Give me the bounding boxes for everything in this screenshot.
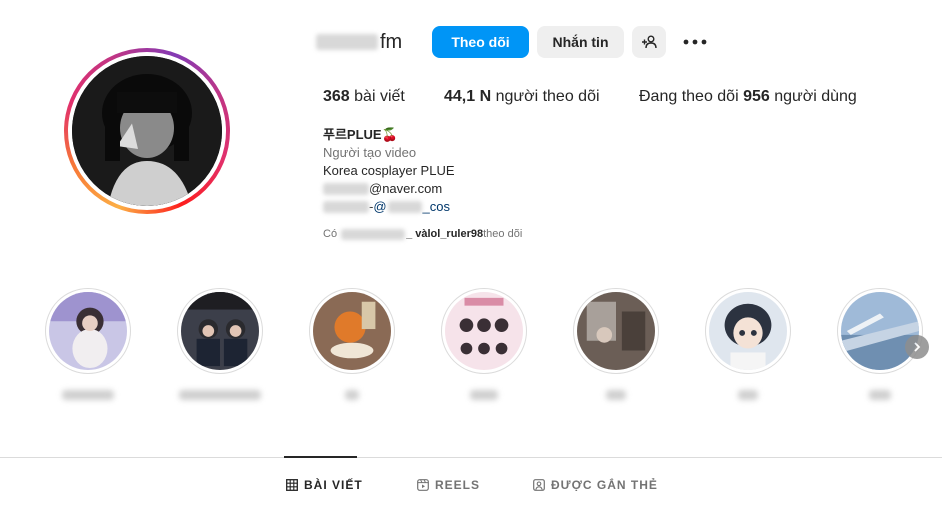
- highlight-image: [445, 292, 523, 370]
- following-prefix: Đang theo dõi: [639, 88, 744, 105]
- highlight-item[interactable]: [45, 288, 131, 400]
- suggested-users-button[interactable]: [632, 26, 666, 58]
- followed-by-suffix: theo dõi: [483, 228, 523, 240]
- highlight-label-redacted: [345, 390, 359, 400]
- profile-avatar-ring[interactable]: [64, 48, 230, 214]
- highlight-image: [181, 292, 259, 370]
- tagged-user-icon: [533, 479, 545, 491]
- tab-tagged[interactable]: ĐƯỢC GẮN THẺ: [533, 476, 658, 494]
- more-options-button[interactable]: [680, 30, 710, 54]
- followed-by-user1-redacted: [341, 228, 406, 240]
- username: fm: [316, 31, 402, 54]
- mentioned-account-link[interactable]: @ _cos: [373, 198, 450, 216]
- username-suffix: fm: [380, 30, 403, 53]
- avatar-gap: [68, 52, 226, 210]
- followers-count-label: người theo dõi: [491, 88, 600, 105]
- posts-count: 368 bài viết: [323, 88, 405, 106]
- tab-posts[interactable]: BÀI VIẾT: [286, 476, 363, 494]
- highlight-label-redacted: [179, 390, 261, 400]
- bio-instagram: - @ _cos: [323, 198, 455, 216]
- follow-button[interactable]: Theo dõi: [432, 26, 529, 58]
- followers-count-value: 44,1 N: [444, 88, 492, 105]
- tab-posts-label: BÀI VIẾT: [304, 478, 363, 492]
- highlight-item[interactable]: [177, 288, 263, 400]
- posts-count-label: bài viết: [349, 88, 405, 105]
- highlight-image: [577, 292, 655, 370]
- mention-redacted: [387, 201, 422, 213]
- username-redacted: [316, 34, 378, 50]
- highlight-item[interactable]: [309, 288, 395, 400]
- profile-avatar[interactable]: [72, 56, 222, 206]
- highlight-item[interactable]: [573, 288, 659, 400]
- followed-by[interactable]: Có _ và lol_ruler98 theo dõi: [323, 228, 522, 240]
- highlight-ring[interactable]: [573, 288, 659, 374]
- bio-email: @naver.com: [323, 180, 455, 198]
- display-name-text: 푸르PLUE: [323, 127, 382, 142]
- tab-reels-label: REELS: [435, 478, 481, 492]
- highlight-item[interactable]: [441, 288, 527, 400]
- followed-by-separator: _ và: [406, 228, 428, 240]
- display-name: 푸르PLUE 🍒: [323, 126, 455, 144]
- tab-reels[interactable]: REELS: [417, 476, 480, 494]
- highlights-next-button[interactable]: [905, 335, 929, 359]
- tab-tagged-label: ĐƯỢC GẮN THẺ: [551, 478, 658, 492]
- highlight-image: [709, 292, 787, 370]
- email-suffix: @naver.com: [369, 181, 443, 196]
- following-count[interactable]: Đang theo dõi 956 người dùng: [639, 88, 857, 106]
- followed-by-user2: lol_ruler98: [427, 228, 484, 240]
- avatar-image: [72, 56, 222, 206]
- more-options-icon: [683, 39, 707, 45]
- category-label: Người tạo video: [323, 145, 417, 160]
- cherry-emoji: 🍒: [381, 127, 398, 142]
- followed-by-prefix: Có: [323, 228, 338, 240]
- highlight-label-redacted: [869, 390, 891, 400]
- highlight-ring[interactable]: [441, 288, 527, 374]
- bio: 푸르PLUE 🍒 Người tạo video Korea cosplayer …: [323, 126, 455, 216]
- chevron-right-icon: [914, 342, 921, 352]
- grid-icon: [286, 479, 298, 491]
- email-redacted: [323, 183, 369, 195]
- following-count-value: 956: [743, 88, 770, 105]
- highlight-label-redacted: [62, 390, 114, 400]
- highlight-image: [841, 292, 919, 370]
- highlight-label-redacted: [738, 390, 758, 400]
- highlight-label-redacted: [606, 390, 626, 400]
- followers-count[interactable]: 44,1 N người theo dõi: [444, 88, 600, 106]
- highlight-label-redacted: [470, 390, 498, 400]
- posts-count-value: 368: [323, 88, 350, 105]
- username-row: fm: [316, 24, 402, 60]
- reels-icon: [417, 479, 429, 491]
- highlight-ring[interactable]: [177, 288, 263, 374]
- tabs-divider: [0, 457, 942, 458]
- highlight-ring[interactable]: [309, 288, 395, 374]
- highlight-ring[interactable]: [837, 288, 923, 374]
- highlight-ring[interactable]: [705, 288, 791, 374]
- highlight-image: [49, 292, 127, 370]
- highlight-ring[interactable]: [45, 288, 131, 374]
- highlight-item[interactable]: [705, 288, 791, 400]
- active-tab-indicator: [284, 456, 357, 458]
- story-highlights: [0, 288, 942, 408]
- following-count-label: người dùng: [769, 88, 857, 105]
- add-user-icon: [642, 35, 657, 49]
- bio-line-1: Korea cosplayer PLUE: [323, 163, 455, 178]
- message-button[interactable]: Nhắn tin: [537, 26, 624, 58]
- instagram-label-redacted: [323, 201, 369, 213]
- mention-at: @: [373, 199, 387, 214]
- highlight-image: [313, 292, 391, 370]
- mention-suffix: _cos: [422, 199, 451, 214]
